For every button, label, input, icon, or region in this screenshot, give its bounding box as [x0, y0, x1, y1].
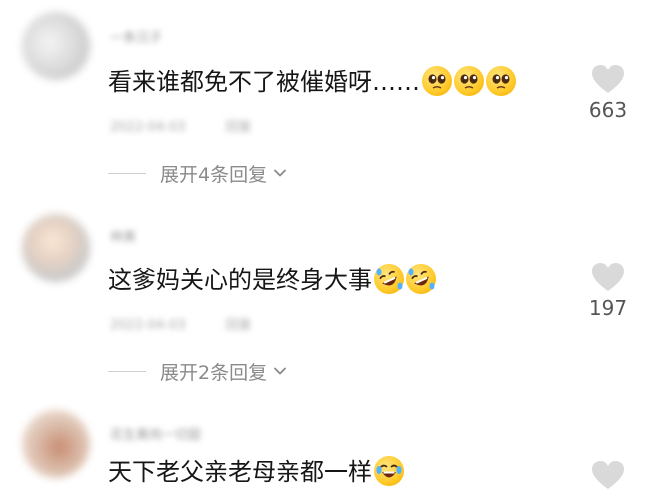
like-button[interactable]: 663	[588, 64, 628, 122]
comment-text: 天下老父亲老母亲都一样	[108, 456, 404, 487]
heart-icon	[592, 65, 624, 93]
avatar[interactable]	[22, 12, 90, 80]
comment-date: 2022-04-03	[110, 318, 186, 333]
expand-replies-button[interactable]: 展开2条回复	[108, 358, 287, 384]
comment-username[interactable]: 林美	[110, 226, 136, 245]
chevron-down-icon	[274, 367, 286, 375]
divider-line	[108, 370, 146, 372]
like-count: 197	[588, 296, 628, 320]
comment-date: 2022-04-03	[110, 120, 186, 135]
like-button[interactable]	[588, 460, 628, 490]
rofl-face-icon	[374, 264, 404, 294]
heart-icon	[592, 461, 624, 489]
avatar[interactable]	[22, 410, 90, 478]
comment-meta: 2022-04-03 回复	[110, 314, 252, 333]
rofl-face-icon	[406, 264, 436, 294]
pleading-face-icon	[486, 66, 516, 96]
comment-text-body: 看来谁都免不了被催婚呀……	[108, 68, 420, 96]
comment-text: 这爹妈关心的是终身大事	[108, 264, 436, 295]
comment-text-body: 天下老父亲老母亲都一样	[108, 458, 372, 486]
avatar[interactable]	[22, 214, 90, 282]
chevron-down-icon	[274, 169, 286, 177]
heart-icon	[592, 263, 624, 291]
divider-line	[108, 172, 146, 174]
expand-replies-button[interactable]: 展开4条回复	[108, 160, 287, 186]
comment-text: 看来谁都免不了被催婚呀……	[108, 66, 516, 97]
crying-laughing-face-icon	[374, 456, 404, 486]
reply-button[interactable]: 回复	[226, 120, 252, 135]
like-count: 663	[588, 98, 628, 122]
reply-button[interactable]: 回复	[226, 318, 252, 333]
comment-text-body: 这爹妈关心的是终身大事	[108, 266, 372, 294]
comment-username[interactable]: 一条沉子	[110, 27, 162, 46]
pleading-face-icon	[454, 66, 484, 96]
pleading-face-icon	[422, 66, 452, 96]
like-button[interactable]: 197	[588, 262, 628, 320]
comment-meta: 2022-04-03 回复	[110, 116, 252, 135]
comment-username[interactable]: 花生果肉一切甜	[110, 424, 201, 443]
expand-replies-label: 展开2条回复	[160, 361, 268, 384]
expand-replies-label: 展开4条回复	[160, 163, 268, 186]
